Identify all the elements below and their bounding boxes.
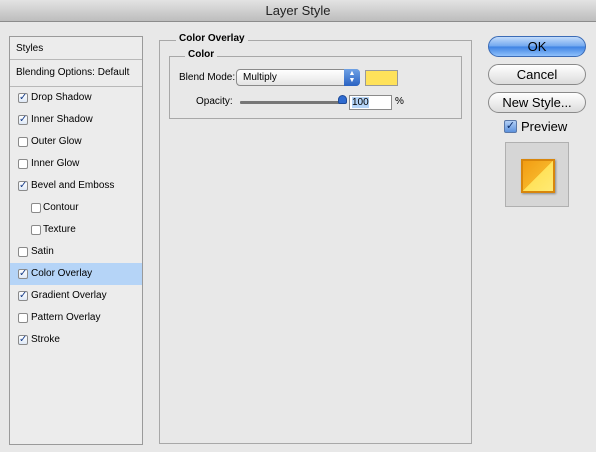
opacity-unit: % [395, 96, 404, 107]
blend-mode-label: Blend Mode: [179, 72, 236, 83]
color-group [169, 56, 462, 119]
opacity-slider-thumb[interactable] [338, 95, 347, 104]
style-item-label: Texture [43, 224, 76, 235]
style-item-inner-shadow[interactable]: ✓ Inner Shadow [10, 109, 142, 131]
blend-mode-value: Multiply [243, 72, 277, 83]
style-item-color-overlay[interactable]: ✓ Color Overlay [10, 263, 142, 285]
style-item-label: Satin [31, 246, 54, 257]
updown-arrows-icon: ▲ ▼ [344, 69, 360, 86]
opacity-slider[interactable] [240, 101, 343, 104]
panel-title: Color Overlay [176, 33, 248, 44]
bevel-and-emboss-checkbox[interactable]: ✓ [18, 181, 28, 191]
texture-checkbox[interactable] [31, 225, 41, 235]
style-item-bevel-and-emboss[interactable]: ✓ Bevel and Emboss [10, 175, 142, 197]
style-item-satin[interactable]: Satin [10, 241, 142, 263]
opacity-value: 100 [352, 97, 369, 108]
overlay-color-swatch[interactable] [365, 70, 398, 86]
style-item-gradient-overlay[interactable]: ✓ Gradient Overlay [10, 285, 142, 307]
style-item-outer-glow[interactable]: Outer Glow [10, 131, 142, 153]
blending-options-item[interactable]: Blending Options: Default [10, 60, 142, 87]
style-item-label: Bevel and Emboss [31, 180, 115, 191]
style-item-label: Stroke [31, 334, 60, 345]
style-item-label: Outer Glow [31, 136, 82, 147]
color-group-title: Color [185, 49, 218, 60]
style-item-label: Pattern Overlay [31, 312, 101, 323]
window-title: Layer Style [265, 3, 331, 18]
style-item-label: Inner Glow [31, 158, 80, 169]
opacity-label: Opacity: [196, 96, 233, 107]
satin-checkbox[interactable] [18, 247, 28, 257]
styles-list: Styles Blending Options: Default ✓ Drop S… [9, 36, 143, 445]
window-titlebar: Layer Style [0, 0, 596, 22]
new-style-button[interactable]: New Style... [488, 92, 586, 113]
style-item-label: Gradient Overlay [31, 290, 107, 301]
style-item-drop-shadow[interactable]: ✓ Drop Shadow [10, 87, 142, 109]
stroke-checkbox[interactable]: ✓ [18, 335, 28, 345]
style-item-texture[interactable]: Texture [10, 219, 142, 241]
style-item-pattern-overlay[interactable]: Pattern Overlay [10, 307, 142, 329]
contour-checkbox[interactable] [31, 203, 41, 213]
ok-button[interactable]: OK [488, 36, 586, 57]
style-item-label: Color Overlay [31, 268, 93, 279]
style-item-inner-glow[interactable]: Inner Glow [10, 153, 142, 175]
preview-checkbox[interactable]: ✓ [504, 120, 517, 133]
styles-header[interactable]: Styles [10, 37, 142, 60]
preview-label: Preview [521, 119, 568, 134]
style-item-label: Drop Shadow [31, 92, 92, 103]
cancel-button[interactable]: Cancel [488, 64, 586, 85]
preview-swatch [521, 159, 555, 193]
inner-glow-checkbox[interactable] [18, 159, 28, 169]
outer-glow-checkbox[interactable] [18, 137, 28, 147]
style-item-contour[interactable]: Contour [10, 197, 142, 219]
opacity-input[interactable]: 100 [349, 95, 392, 110]
style-preview [505, 142, 569, 207]
color-overlay-checkbox[interactable]: ✓ [18, 269, 28, 279]
gradient-overlay-checkbox[interactable]: ✓ [18, 291, 28, 301]
blend-mode-select[interactable]: Multiply ▲ ▼ [236, 69, 360, 86]
inner-shadow-checkbox[interactable]: ✓ [18, 115, 28, 125]
drop-shadow-checkbox[interactable]: ✓ [18, 93, 28, 103]
style-item-stroke[interactable]: ✓ Stroke [10, 329, 142, 351]
style-item-label: Contour [43, 202, 79, 213]
style-item-label: Inner Shadow [31, 114, 93, 125]
pattern-overlay-checkbox[interactable] [18, 313, 28, 323]
